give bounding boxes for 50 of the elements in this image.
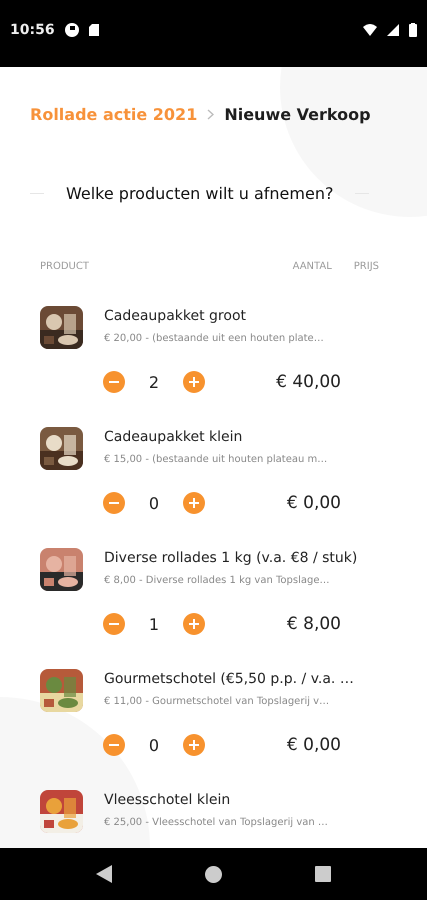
quantity-value: 2 — [148, 372, 160, 392]
minus-icon — [109, 381, 119, 383]
signal-icon — [387, 24, 399, 36]
wifi-icon — [363, 24, 377, 36]
plus-icon — [189, 498, 199, 508]
status-time: 10:56 — [10, 22, 55, 38]
product-description: € 8,00 - Diverse rollades 1 kg van Topslage… — [104, 575, 330, 586]
line-total: € 40,00 — [275, 372, 341, 392]
decrease-button[interactable] — [103, 371, 125, 393]
product-description: € 20,00 - (bestaande uit een houten plate… — [104, 333, 324, 344]
home-icon[interactable] — [204, 866, 222, 882]
breadcrumb-link[interactable]: Rollade actie 2021 — [30, 105, 198, 124]
quantity-value: 0 — [148, 736, 160, 754]
column-header: AANTAL — [292, 261, 332, 272]
minus-icon — [109, 502, 119, 504]
sd-card-icon — [88, 24, 99, 36]
product-name: Cadeaupakket klein — [104, 429, 244, 445]
minus-icon — [109, 623, 119, 625]
line-total: € 8,00 — [286, 614, 341, 634]
increase-button[interactable] — [183, 492, 205, 514]
decrease-button[interactable] — [103, 492, 125, 514]
product-name: Diverse rollades 1 kg (v.a. €8 / stuk) — [104, 550, 358, 566]
plus-icon — [189, 740, 199, 750]
increase-button[interactable] — [183, 613, 205, 635]
product-description: € 15,00 - (bestaande uit houten plateau m… — [104, 454, 328, 465]
product-description: € 25,00 - Vleesschotel van Topslagerij van … — [104, 817, 328, 828]
app-icon — [64, 22, 79, 36]
line-total: € 0,00 — [286, 493, 341, 513]
plus-icon — [189, 619, 199, 629]
decrease-button[interactable] — [103, 734, 125, 756]
minus-icon — [109, 744, 119, 746]
column-header: PRIJS — [354, 261, 379, 272]
product-description: € 11,00 - Gourmetschotel van Topslagerij v… — [104, 696, 330, 707]
battery-icon — [409, 22, 417, 36]
plus-icon — [189, 377, 199, 387]
product-name: Cadeaupakket groot — [104, 308, 247, 324]
chevron-icon — [207, 109, 214, 120]
increase-button[interactable] — [183, 734, 205, 756]
decrease-button[interactable] — [103, 613, 125, 635]
recents-icon[interactable] — [314, 866, 331, 882]
product-name: Gourmetschotel (€5,50 p.p. / v.a. … — [104, 671, 354, 687]
quantity-value: 1 — [148, 614, 160, 634]
column-header: PRODUCT — [40, 261, 90, 272]
increase-button[interactable] — [183, 371, 205, 393]
quantity-value: 0 — [148, 494, 160, 512]
back-icon[interactable] — [96, 865, 112, 883]
question-heading: Welke producten wilt u afnemen? — [66, 184, 334, 203]
product-name: Vleesschotel klein — [104, 792, 232, 808]
line-total: € 0,00 — [286, 735, 341, 755]
page-title: Nieuwe Verkoop — [224, 105, 371, 124]
